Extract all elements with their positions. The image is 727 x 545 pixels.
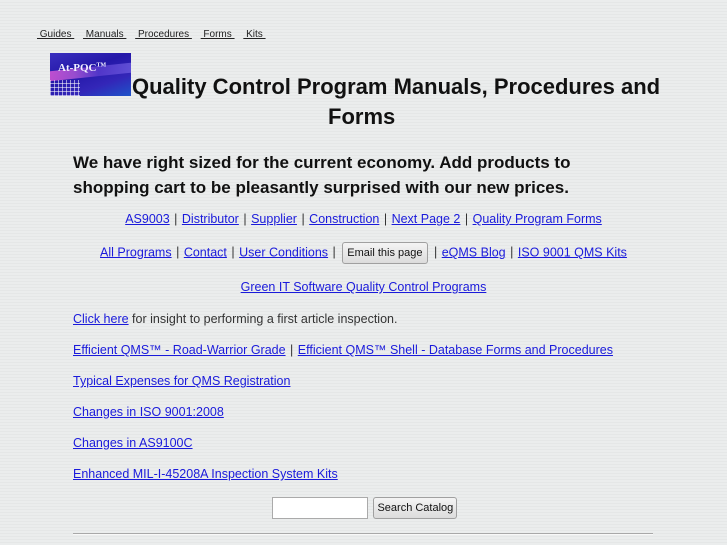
link-efficient-qms-road-warrior[interactable]: Efficient QMS™ - Road-Warrior Grade bbox=[73, 343, 286, 357]
link-contact[interactable]: Contact bbox=[184, 245, 227, 259]
link-construction[interactable]: Construction bbox=[309, 212, 379, 226]
logo-text: At-PQCTM bbox=[58, 62, 106, 74]
link-supplier[interactable]: Supplier bbox=[251, 212, 297, 226]
separator: | bbox=[332, 245, 336, 260]
separator: | bbox=[174, 212, 178, 226]
search-catalog-button[interactable]: Search Catalog bbox=[373, 497, 458, 519]
separator: | bbox=[231, 245, 235, 260]
search-form: Search Catalog bbox=[272, 497, 458, 519]
link-iso-9001-qms-kits[interactable]: ISO 9001 QMS Kits bbox=[518, 245, 627, 259]
list-item: Enhanced MIL-I-45208A Inspection System … bbox=[73, 467, 338, 481]
list-item: Changes in ISO 9001:2008 bbox=[73, 405, 224, 419]
email-this-page-button[interactable]: Email this page bbox=[342, 242, 428, 264]
link-row-2: All Programs | Contact | User Conditions… bbox=[0, 242, 727, 264]
page-title: Quality Control Program Manuals, Procedu… bbox=[130, 72, 700, 132]
list-item: Typical Expenses for QMS Registration bbox=[73, 374, 290, 388]
page-title-line-1: Quality Control Program Manuals, Procedu… bbox=[132, 74, 661, 99]
nav-link-manuals[interactable]: Manuals bbox=[83, 29, 126, 40]
promo-message: We have right sized for the current econ… bbox=[73, 153, 571, 197]
logo: At-PQCTM bbox=[50, 53, 131, 96]
link-enhanced-mil-inspection-kits[interactable]: Enhanced MIL-I-45208A Inspection System … bbox=[73, 467, 338, 481]
efficient-qms-paragraph: Efficient QMS™ - Road-Warrior Grade | Ef… bbox=[73, 343, 613, 357]
nav-link-forms[interactable]: Forms bbox=[201, 29, 235, 40]
link-user-conditions[interactable]: User Conditions bbox=[239, 245, 328, 259]
link-row-3: Green IT Software Quality Control Progra… bbox=[0, 280, 727, 294]
nav-link-procedures[interactable]: Procedures bbox=[135, 29, 192, 40]
separator: | bbox=[243, 212, 247, 226]
link-distributor[interactable]: Distributor bbox=[182, 212, 239, 226]
page-title-line-2: Forms bbox=[328, 104, 396, 129]
search-input[interactable] bbox=[272, 497, 368, 519]
first-article-text: for insight to performing a first articl… bbox=[128, 312, 398, 326]
link-eqms-blog[interactable]: eQMS Blog bbox=[442, 245, 506, 259]
separator: | bbox=[383, 212, 388, 226]
link-quality-program-forms[interactable]: Quality Program Forms bbox=[473, 212, 602, 226]
list-item: Changes in AS9100C bbox=[73, 436, 193, 450]
horizontal-divider bbox=[73, 533, 653, 535]
link-typical-expenses[interactable]: Typical Expenses for QMS Registration bbox=[73, 374, 290, 388]
separator: | bbox=[510, 245, 514, 260]
nav-link-kits[interactable]: Kits bbox=[243, 29, 265, 40]
link-next-page-2[interactable]: Next Page 2 bbox=[392, 212, 461, 226]
logo-grid-graphic bbox=[50, 80, 80, 96]
first-article-paragraph: Click here for insight to performing a f… bbox=[73, 312, 397, 326]
logo-name: At-PQC bbox=[58, 62, 97, 74]
link-efficient-qms-shell[interactable]: Efficient QMS™ Shell - Database Forms an… bbox=[298, 343, 613, 357]
top-nav: Guides Manuals Procedures Forms Kits bbox=[37, 29, 272, 40]
separator: | bbox=[433, 245, 438, 260]
logo-trademark: TM bbox=[96, 62, 107, 69]
separator: | bbox=[290, 343, 294, 357]
link-click-here[interactable]: Click here bbox=[73, 312, 129, 326]
link-as9003[interactable]: AS9003 bbox=[125, 212, 169, 226]
link-all-programs[interactable]: All Programs bbox=[100, 245, 172, 259]
link-row-1: AS9003 | Distributor | Supplier | Constr… bbox=[0, 212, 727, 226]
separator: | bbox=[176, 245, 180, 260]
link-changes-as9100c[interactable]: Changes in AS9100C bbox=[73, 436, 193, 450]
separator: | bbox=[301, 212, 305, 226]
nav-link-guides[interactable]: Guides bbox=[37, 29, 74, 40]
link-green-it-software[interactable]: Green IT Software Quality Control Progra… bbox=[241, 280, 487, 294]
link-changes-iso-9001-2008[interactable]: Changes in ISO 9001:2008 bbox=[73, 405, 224, 419]
separator: | bbox=[464, 212, 469, 226]
